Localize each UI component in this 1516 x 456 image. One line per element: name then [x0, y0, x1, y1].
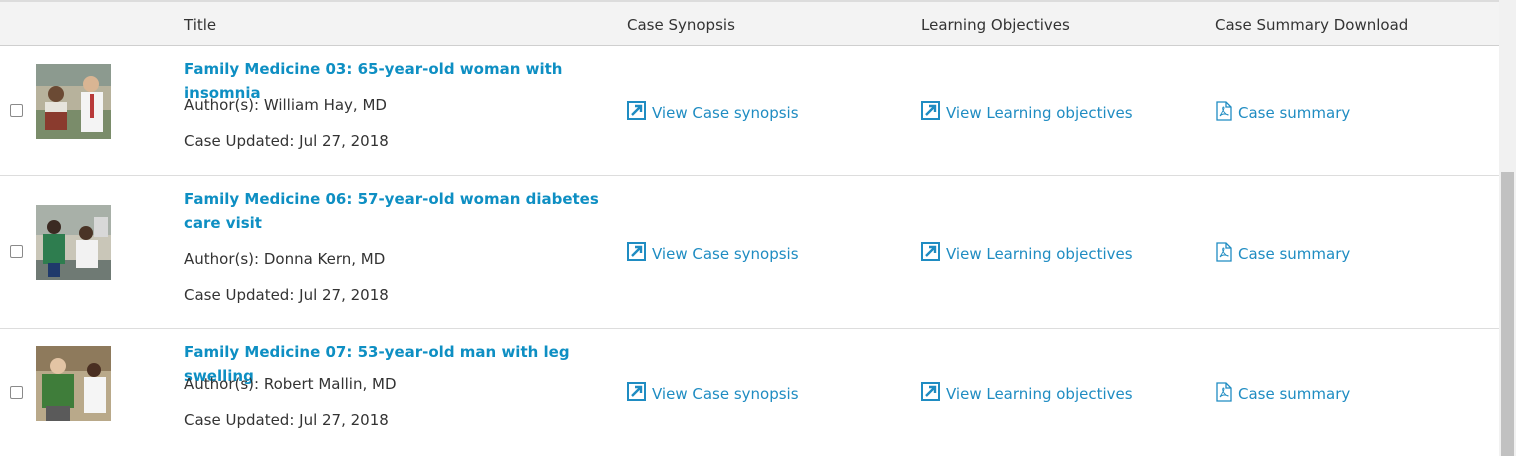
column-header-learning-objectives: Learning Objectives — [921, 16, 1070, 34]
view-learning-objectives-link[interactable]: View Learning objectives — [921, 242, 1133, 265]
case-thumbnail — [36, 64, 111, 139]
external-link-arrow-icon — [921, 101, 940, 124]
pdf-file-icon — [1216, 101, 1232, 125]
pdf-file-icon — [1216, 242, 1232, 266]
case-summary-link[interactable]: Case summary — [1216, 101, 1350, 125]
view-case-synopsis-link[interactable]: View Case synopsis — [627, 242, 799, 265]
case-list-page: Title Case Synopsis Learning Objectives … — [0, 0, 1516, 456]
case-author: Author(s): Donna Kern, MD — [184, 250, 386, 268]
view-case-synopsis-label: View Case synopsis — [652, 384, 799, 403]
case-summary-link[interactable]: Case summary — [1216, 382, 1350, 406]
external-link-arrow-icon — [627, 242, 646, 265]
case-summary-link[interactable]: Case summary — [1216, 242, 1350, 266]
case-author: Author(s): Robert Mallin, MD — [184, 375, 397, 393]
external-link-arrow-icon — [627, 101, 646, 124]
case-author: Author(s): William Hay, MD — [184, 96, 387, 114]
case-summary-label: Case summary — [1238, 104, 1351, 122]
view-case-synopsis-link[interactable]: View Case synopsis — [627, 101, 799, 124]
case-updated: Case Updated: Jul 27, 2018 — [184, 411, 389, 429]
column-header-case-synopsis: Case Synopsis — [627, 16, 735, 34]
external-link-arrow-icon — [627, 382, 646, 405]
scrollbar-thumb[interactable] — [1501, 172, 1514, 456]
external-link-arrow-icon — [921, 242, 940, 265]
case-thumbnail — [36, 346, 111, 421]
row-select-checkbox[interactable] — [10, 104, 23, 117]
case-updated: Case Updated: Jul 27, 2018 — [184, 286, 389, 304]
table-header: Title Case Synopsis Learning Objectives … — [0, 0, 1499, 46]
row-select-checkbox[interactable] — [10, 245, 23, 258]
view-case-synopsis-label: View Case synopsis — [652, 244, 799, 263]
table-row: Family Medicine 03: 65-year-old woman wi… — [0, 46, 1499, 176]
column-header-case-summary-download: Case Summary Download — [1215, 16, 1409, 34]
view-learning-objectives-link[interactable]: View Learning objectives — [921, 382, 1133, 405]
column-header-title[interactable]: Title — [184, 16, 216, 34]
case-thumbnail — [36, 205, 111, 280]
case-title-link[interactable]: Family Medicine 06: 57-year-old woman di… — [184, 187, 604, 235]
view-learning-objectives-label: View Learning objectives — [946, 103, 1133, 122]
case-updated: Case Updated: Jul 27, 2018 — [184, 132, 389, 150]
vertical-scrollbar[interactable] — [1499, 0, 1516, 456]
case-summary-label: Case summary — [1238, 245, 1351, 263]
view-case-synopsis-link[interactable]: View Case synopsis — [627, 382, 799, 405]
external-link-arrow-icon — [921, 382, 940, 405]
view-learning-objectives-link[interactable]: View Learning objectives — [921, 101, 1133, 124]
pdf-file-icon — [1216, 382, 1232, 406]
view-learning-objectives-label: View Learning objectives — [946, 244, 1133, 263]
table-row: Family Medicine 06: 57-year-old woman di… — [0, 176, 1499, 329]
case-table: Title Case Synopsis Learning Objectives … — [0, 0, 1499, 456]
row-select-checkbox[interactable] — [10, 386, 23, 399]
view-learning-objectives-label: View Learning objectives — [946, 384, 1133, 403]
table-row: Family Medicine 07: 53-year-old man with… — [0, 329, 1499, 456]
view-case-synopsis-label: View Case synopsis — [652, 103, 799, 122]
case-summary-label: Case summary — [1238, 385, 1351, 403]
